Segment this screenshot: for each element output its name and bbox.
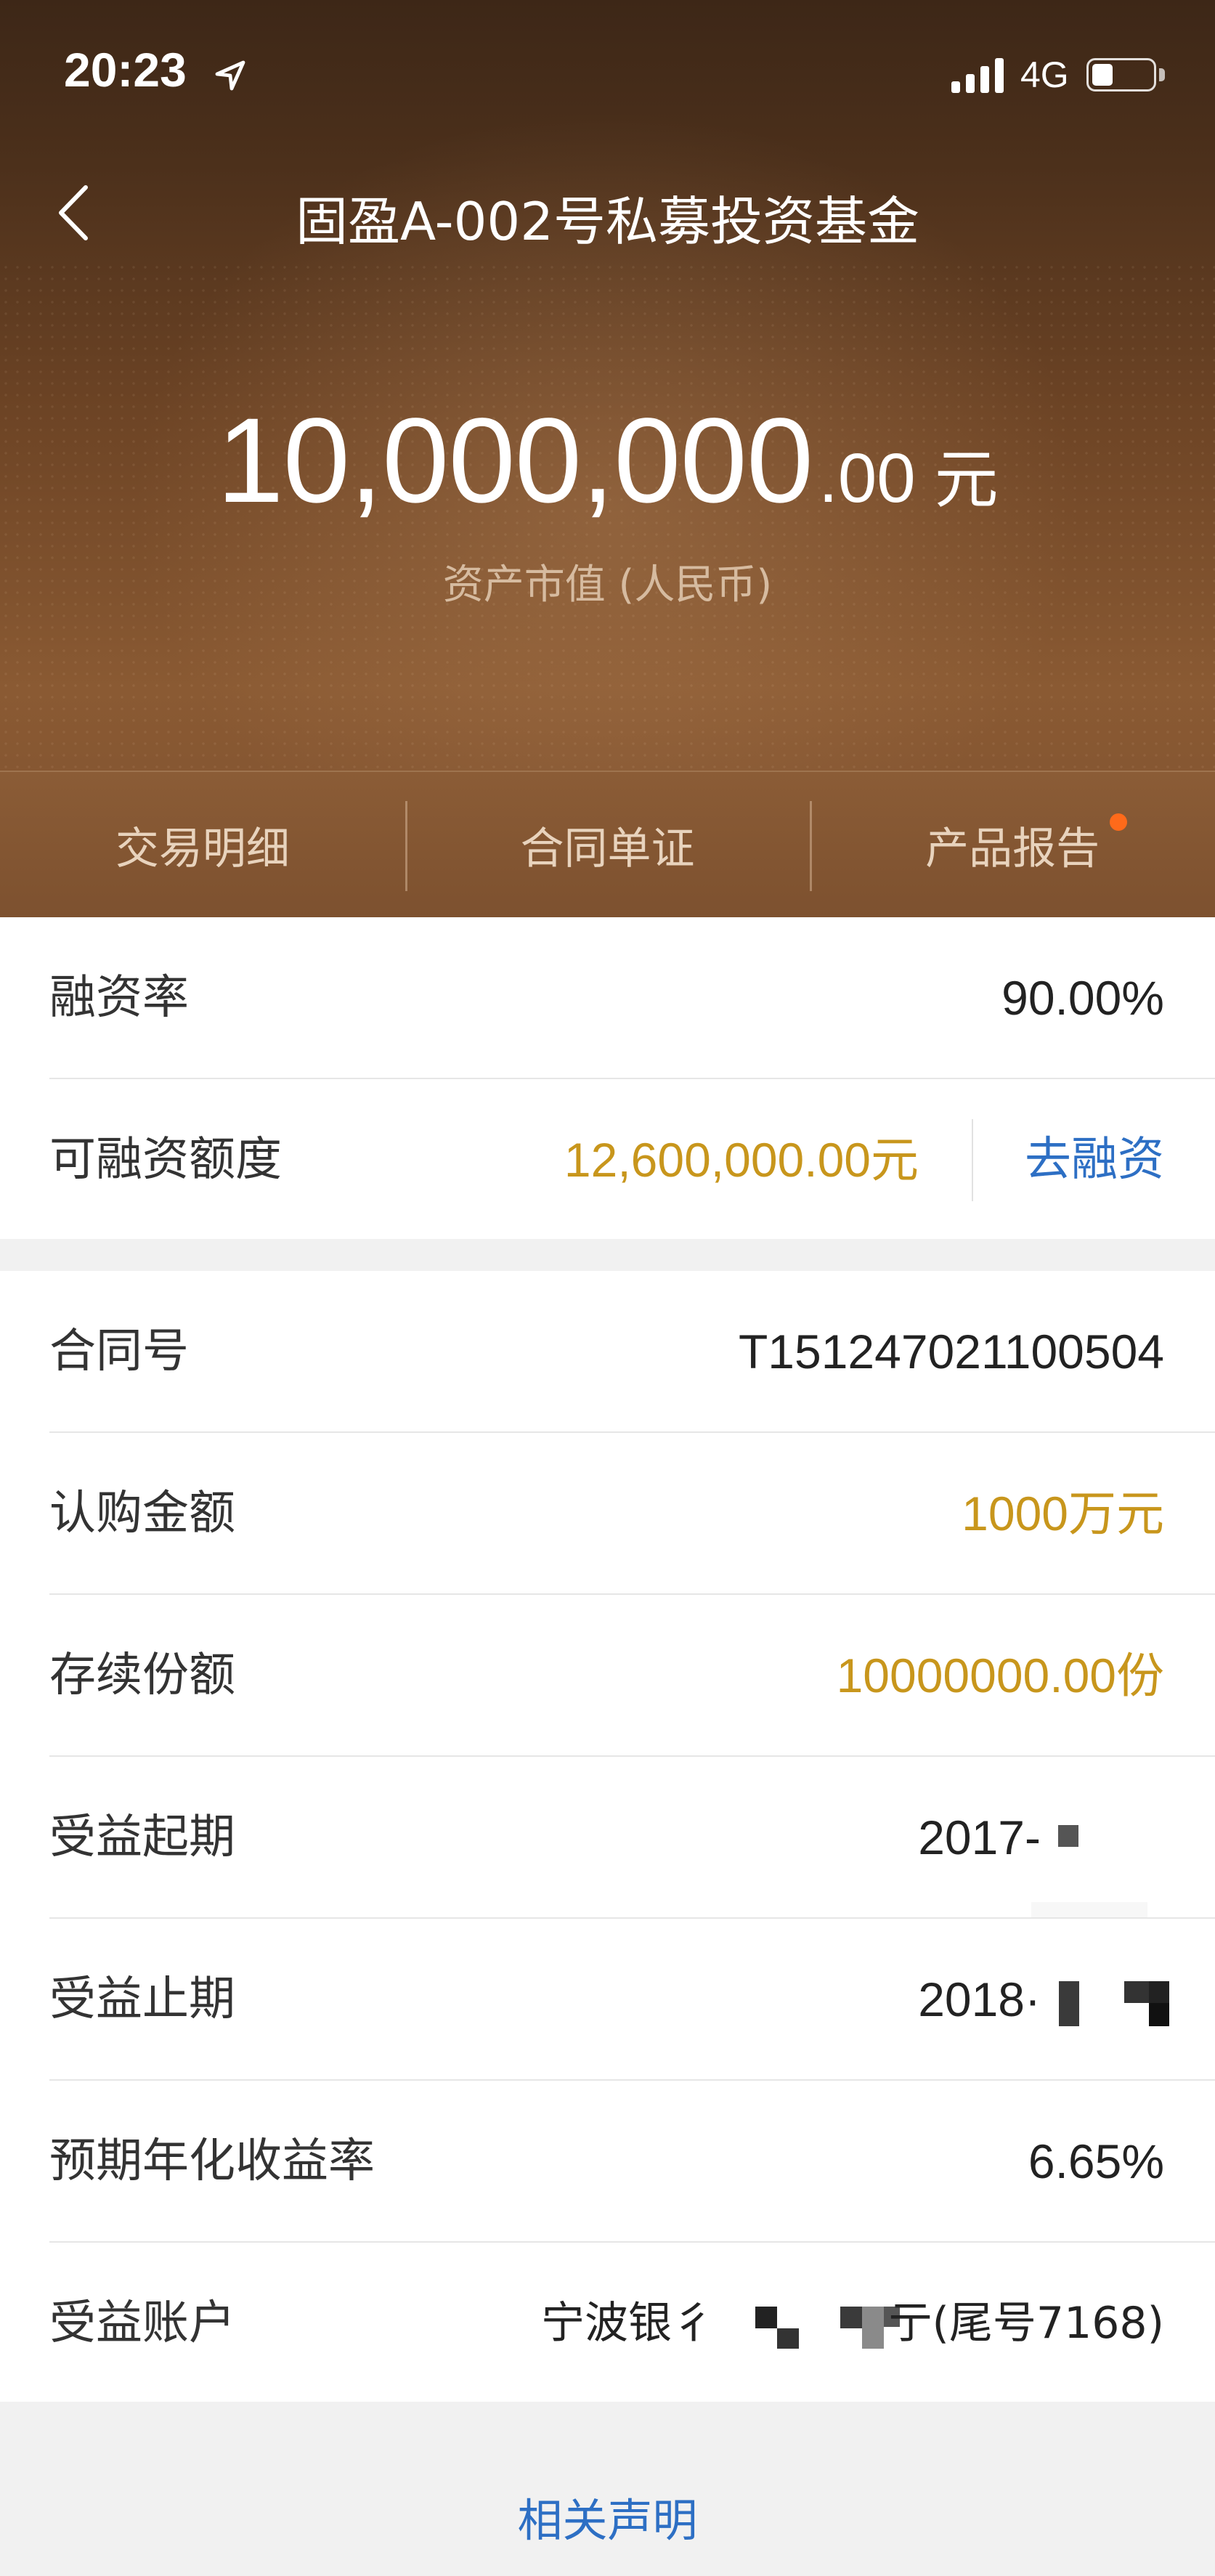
expected-yield-label: 预期年化收益率 (49, 2134, 375, 2188)
credit-limit-value: 12,600,000.00元 (564, 1133, 919, 1187)
benefit-end-row: 受益止期 2018· (0, 1919, 1215, 2081)
amount-unit: 元 (934, 442, 999, 517)
subscription-amount-label: 认购金额 (49, 1487, 235, 1540)
financing-rate-label: 融资率 (49, 971, 189, 1025)
network-type: 4G (1020, 54, 1069, 95)
expected-yield-row: 预期年化收益率 6.65% (0, 2081, 1215, 2243)
asset-amount: 10,000,000.00 元 (0, 392, 1215, 530)
expected-yield-value: 6.65% (1028, 2134, 1164, 2188)
credit-limit-row: 可融资额度 12,600,000.00元 去融资 (0, 1079, 1215, 1241)
chevron-left-icon[interactable] (52, 180, 93, 245)
beneficiary-account-tail: 亍(尾号7168) (888, 2298, 1164, 2349)
amount-label: 资产市值 (人民币) (442, 561, 773, 609)
tab-product-report[interactable]: 产品报告 (810, 772, 1215, 917)
contract-number-label: 合同号 (49, 1325, 189, 1378)
disclaimer-link[interactable]: 相关声明 (0, 2484, 1215, 2549)
outstanding-shares-label: 存续份额 (49, 1649, 235, 1702)
benefit-end-value: 2018· (918, 1972, 1041, 2026)
subscription-amount-row: 认购金额 1000万元 (0, 1433, 1215, 1595)
location-arrow-icon (215, 60, 245, 91)
status-bar: 20:23 4G (0, 0, 1215, 145)
action-tabs: 交易明细 合同单证 产品报告 (0, 771, 1215, 917)
hero-header: 20:23 4G 固盈A-002号私募投资基金 10,000,000.00 元 资… (0, 0, 1215, 917)
financing-rate-row: 融资率 90.00% (0, 917, 1215, 1079)
apply-financing-link[interactable]: 去融资 (1025, 1079, 1164, 1241)
financing-rate-value: 90.00% (1001, 971, 1164, 1025)
tab-transaction-details[interactable]: 交易明细 (0, 772, 405, 917)
benefit-start-label: 受益起期 (49, 1811, 235, 1864)
contract-number-value: T151247021100504 (738, 1325, 1164, 1378)
amount-decimal: .00 (818, 439, 916, 517)
status-time: 20:23 (64, 43, 187, 97)
amount-integer: 10,000,000 (216, 394, 813, 528)
beneficiary-account-bank: 宁波银彳 (541, 2298, 715, 2349)
beneficiary-account-label: 受益账户 (49, 2296, 235, 2350)
fund-detail-page: 20:23 4G 固盈A-002号私募投资基金 10,000,000.00 元 资… (0, 0, 1215, 2576)
subscription-amount-value: 1000万元 (962, 1487, 1164, 1540)
contract-details-card: 合同号 T151247021100504 认购金额 1000万元 存续份额 10… (0, 1271, 1215, 2402)
battery-cap (1159, 68, 1165, 81)
vertical-divider (972, 1119, 973, 1201)
credit-limit-label: 可融资额度 (49, 1133, 282, 1187)
benefit-start-value: 2017- (918, 1811, 1041, 1864)
outstanding-shares-value: 10000000.00份 (836, 1649, 1164, 1702)
beneficiary-account-row: 受益账户 宁波银彳 亍(尾号7168) (0, 2243, 1215, 2405)
benefit-start-row: 受益起期 2017- (0, 1757, 1215, 1919)
battery-icon (1086, 58, 1156, 92)
contract-number-row: 合同号 T151247021100504 (0, 1271, 1215, 1433)
signal-icon (951, 57, 1008, 93)
page-title: 固盈A-002号私募投资基金 (295, 191, 920, 252)
new-badge-dot (1110, 813, 1127, 831)
financing-card: 融资率 90.00% 可融资额度 12,600,000.00元 去融资 (0, 917, 1215, 1239)
outstanding-shares-row: 存续份额 10000000.00份 (0, 1595, 1215, 1757)
tab-contract-documents[interactable]: 合同单证 (405, 772, 810, 917)
benefit-end-label: 受益止期 (49, 1972, 235, 2026)
